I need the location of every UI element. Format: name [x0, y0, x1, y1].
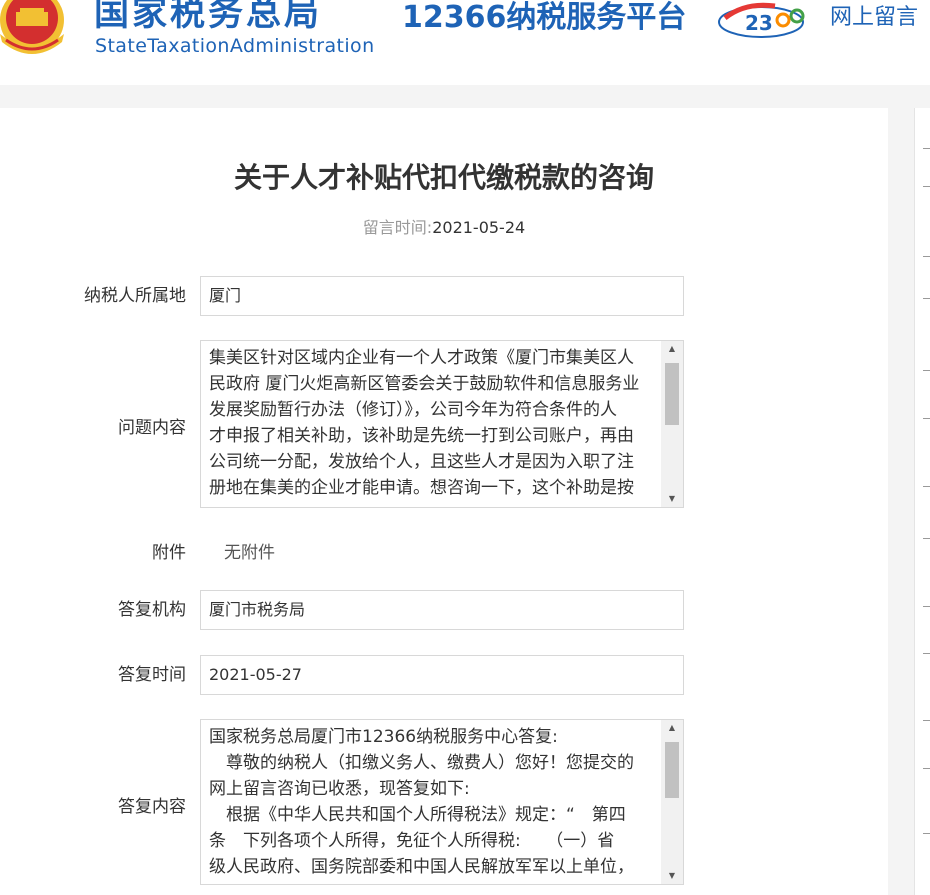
scroll-up-arrow-icon[interactable]: ▲: [661, 720, 683, 736]
reply-line: 级人民政府、国务院部委和中国人民解放军军以上单位，: [209, 857, 634, 877]
question-line: 发展奖励暂行办法（修订）》，公司今年为符合条件的人: [209, 400, 617, 420]
post-date-label: 留言时间:: [362, 218, 433, 237]
reply-line: 尊敬的纳税人（扣缴义务人、缴费人）您好！您提交的: [209, 753, 634, 773]
reply-scrollbar[interactable]: ▲ ▼: [661, 720, 683, 884]
question-line: 册地在集美的企业才能申请。想咨询一下，这个补助是按: [209, 478, 634, 498]
location-field[interactable]: 厦门: [200, 276, 684, 316]
reply-text: 国家税务总局厦门市12366纳税服务中心答复: 尊敬的纳税人（扣缴义务人、缴费人…: [201, 720, 661, 884]
reply-line: 条 下列各项个人所得，免征个人所得税: （一）省: [209, 831, 615, 851]
online-message-link[interactable]: 网上留言: [830, 2, 918, 34]
question-line: 公司统一分配，发放给个人，且这些人才是因为入职了注: [209, 452, 634, 472]
agency-name-cn: 国家税务总局: [94, 0, 323, 34]
reply-line: 网上留言咨询已收悉，现答复如下:: [209, 779, 470, 799]
page-title: 关于人才补贴代扣代缴税款的咨询: [233, 161, 654, 194]
reply-line: 国家税务总局厦门市12366纳税服务中心答复:: [209, 727, 558, 747]
reply-org-label: 答复机构: [118, 600, 186, 620]
reply-content-label: 答复内容: [118, 797, 186, 817]
post-date: 留言时间:2021-05-24: [0, 216, 888, 240]
reply-org-field[interactable]: 厦门市税务局: [200, 590, 684, 630]
scroll-thumb[interactable]: [665, 363, 679, 425]
logo-number: 23: [745, 11, 773, 35]
reply-time-label: 答复时间: [118, 665, 186, 685]
scroll-thumb[interactable]: [665, 742, 679, 798]
reply-line: 根据《中华人民共和国个人所得税法》规定：“ 第四: [209, 805, 626, 825]
question-line: 才申报了相关补助，该补助是先统一打到公司账户，再由: [209, 426, 634, 446]
scroll-down-arrow-icon[interactable]: ▼: [661, 491, 683, 507]
location-label: 纳税人所属地: [84, 286, 186, 306]
question-line: 集美区针对区域内企业有一个人才政策《厦门市集美区人: [209, 348, 634, 368]
question-line: 民政府 厦门火炬高新区管委会关于鼓励软件和信息服务业: [209, 374, 640, 394]
question-textarea[interactable]: 集美区针对区域内企业有一个人才政策《厦门市集美区人 民政府 厦门火炬高新区管委会关…: [200, 340, 684, 508]
scroll-up-arrow-icon[interactable]: ▲: [661, 341, 683, 357]
post-date-value: 2021-05-24: [432, 218, 526, 237]
scroll-down-arrow-icon[interactable]: ▼: [661, 868, 683, 884]
12366-logo-icon: 23: [718, 2, 805, 38]
question-label: 问题内容: [118, 418, 186, 438]
reply-textarea[interactable]: 国家税务总局厦门市12366纳税服务中心答复: 尊敬的纳税人（扣缴义务人、缴费人…: [200, 719, 684, 885]
attachment-value: 无附件: [224, 543, 275, 563]
national-emblem-icon: [0, 0, 64, 54]
platform-title: 12366纳税服务平台: [402, 0, 687, 35]
attachment-label: 附件: [152, 543, 186, 563]
site-header: 国家税务总局 StateTaxationAdministration 12366…: [0, 0, 930, 85]
right-sidebar: [914, 108, 930, 895]
question-text: 集美区针对区域内企业有一个人才政策《厦门市集美区人 民政府 厦门火炬高新区管委会关…: [201, 341, 661, 505]
reply-time-field[interactable]: 2021-05-27: [200, 655, 684, 695]
agency-name-en: StateTaxationAdministration: [95, 35, 375, 57]
question-scrollbar[interactable]: ▲ ▼: [661, 341, 683, 507]
